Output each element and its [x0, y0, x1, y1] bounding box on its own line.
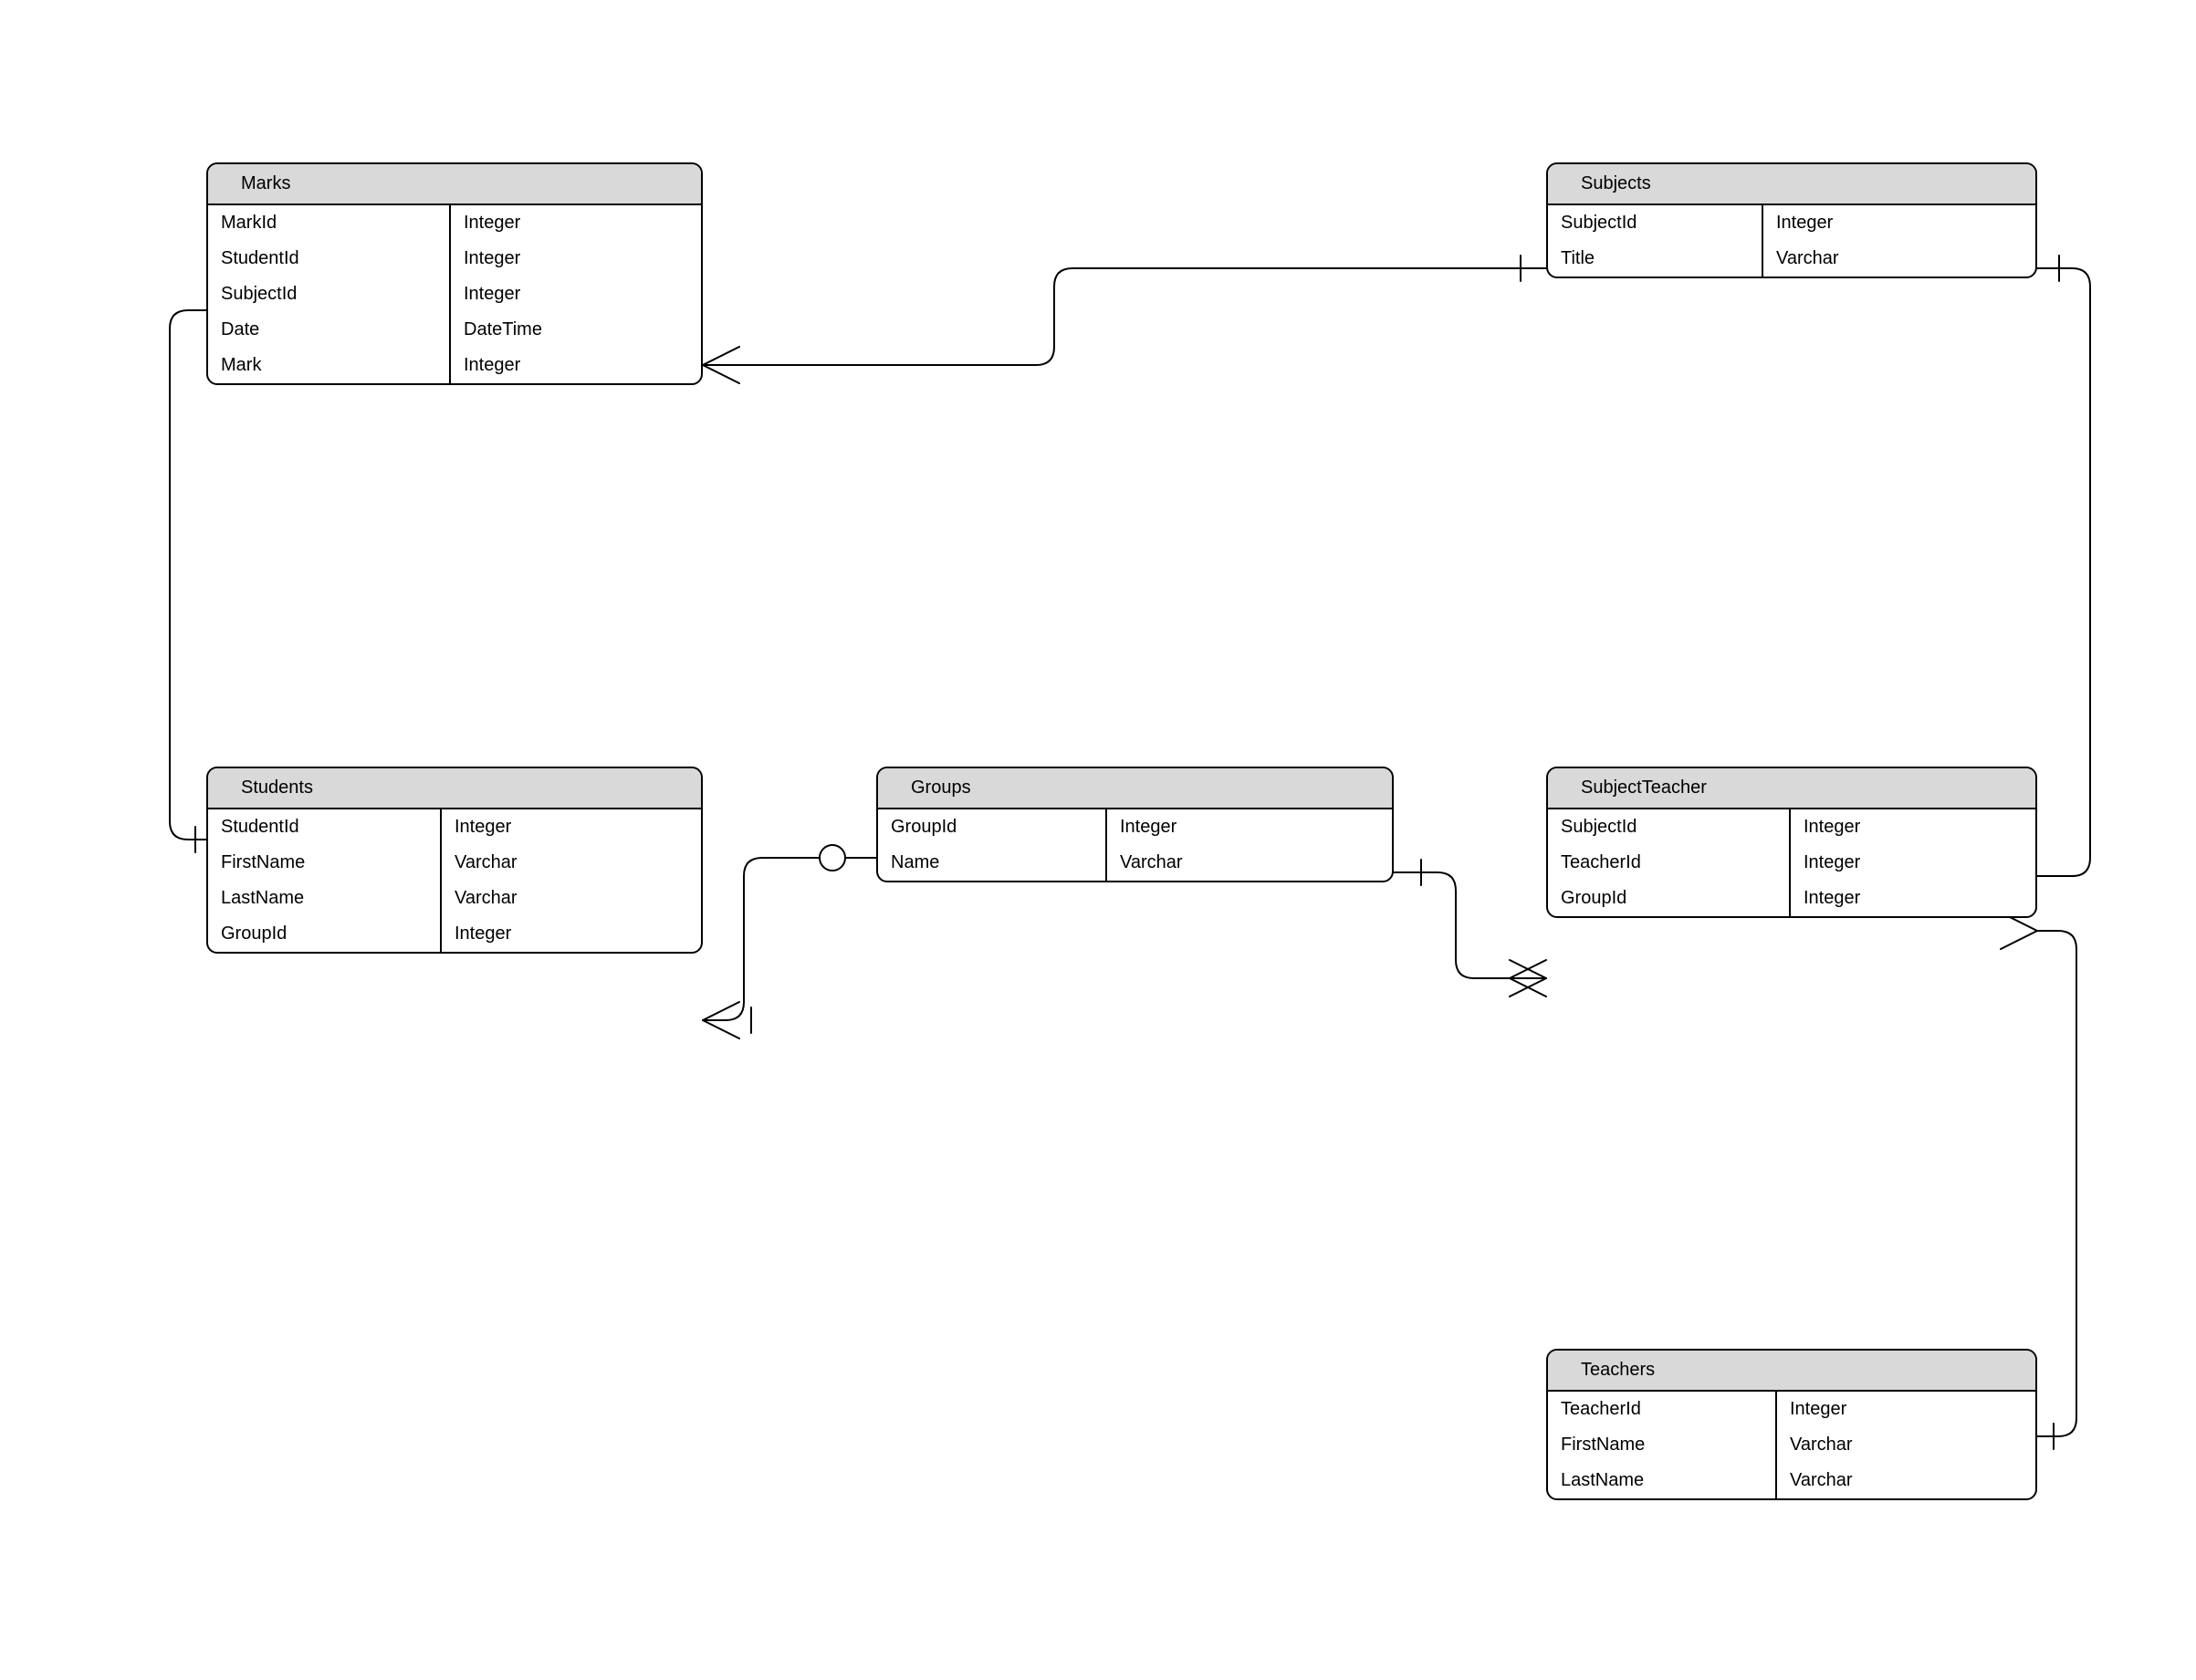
col-name: SubjectId — [208, 277, 450, 312]
col-type: Integer — [450, 241, 701, 277]
col-type: Integer — [441, 809, 701, 845]
table-row: GroupIdInteger — [208, 916, 701, 952]
columns-table: GroupIdInteger NameVarchar — [878, 809, 1392, 881]
columns-table: SubjectIdInteger TeacherIdInteger GroupI… — [1548, 809, 2035, 916]
table-row: TitleVarchar — [1548, 241, 2035, 277]
table-row: MarkIdInteger — [208, 205, 701, 241]
col-type: Integer — [1790, 809, 2035, 845]
col-type: Varchar — [1776, 1463, 2035, 1498]
col-name: FirstName — [1548, 1427, 1776, 1463]
entity-marks: Marks MarkIdInteger StudentIdInteger Sub… — [206, 162, 703, 385]
col-type: Varchar — [1776, 1427, 2035, 1463]
col-name: Name — [878, 845, 1106, 881]
columns-table: SubjectIdInteger TitleVarchar — [1548, 205, 2035, 277]
entity-title: Teachers — [1548, 1351, 2035, 1392]
col-name: StudentId — [208, 241, 450, 277]
entity-title: Subjects — [1548, 164, 2035, 205]
col-name: StudentId — [208, 809, 441, 845]
table-row: DateDateTime — [208, 312, 701, 348]
col-name: MarkId — [208, 205, 450, 241]
rel-marks-subjects — [703, 256, 1546, 383]
entity-groups: Groups GroupIdInteger NameVarchar — [876, 767, 1394, 882]
col-type: Integer — [450, 205, 701, 241]
col-name: Mark — [208, 348, 450, 383]
table-row: FirstNameVarchar — [1548, 1427, 2035, 1463]
table-row: MarkInteger — [208, 348, 701, 383]
col-type: Integer — [450, 277, 701, 312]
col-name: LastName — [208, 881, 441, 916]
col-name: Title — [1548, 241, 1762, 277]
col-name: GroupId — [878, 809, 1106, 845]
entity-title: Groups — [878, 768, 1392, 809]
columns-table: TeacherIdInteger FirstNameVarchar LastNa… — [1548, 1392, 2035, 1498]
col-type: Integer — [1790, 881, 2035, 916]
entity-subjects: Subjects SubjectIdInteger TitleVarchar — [1546, 162, 2037, 278]
col-type: Integer — [1762, 205, 2035, 241]
columns-table: StudentIdInteger FirstNameVarchar LastNa… — [208, 809, 701, 952]
col-type: Varchar — [1762, 241, 2035, 277]
table-row: TeacherIdInteger — [1548, 1392, 2035, 1427]
table-row: StudentIdInteger — [208, 241, 701, 277]
entity-teachers: Teachers TeacherIdInteger FirstNameVarch… — [1546, 1349, 2037, 1500]
er-diagram-canvas: Marks MarkIdInteger StudentIdInteger Sub… — [0, 0, 2196, 1680]
table-row: LastNameVarchar — [1548, 1463, 2035, 1498]
table-row: SubjectIdInteger — [1548, 809, 2035, 845]
col-name: SubjectId — [1548, 205, 1762, 241]
col-name: GroupId — [208, 916, 441, 952]
col-name: GroupId — [1548, 881, 1790, 916]
col-type: Varchar — [441, 881, 701, 916]
col-name: FirstName — [208, 845, 441, 881]
table-row: GroupIdInteger — [1548, 881, 2035, 916]
entity-subjectteacher: SubjectTeacher SubjectIdInteger TeacherI… — [1546, 767, 2037, 918]
col-name: TeacherId — [1548, 845, 1790, 881]
col-name: SubjectId — [1548, 809, 1790, 845]
rel-groups-subjectteacher — [1394, 860, 1546, 997]
col-type: Integer — [441, 916, 701, 952]
entity-students: Students StudentIdInteger FirstNameVarch… — [206, 767, 703, 954]
columns-table: MarkIdInteger StudentIdInteger SubjectId… — [208, 205, 701, 383]
table-row: StudentIdInteger — [208, 809, 701, 845]
table-row: LastNameVarchar — [208, 881, 701, 916]
table-row: TeacherIdInteger — [1548, 845, 2035, 881]
col-type: Varchar — [441, 845, 701, 881]
col-name: TeacherId — [1548, 1392, 1776, 1427]
table-row: GroupIdInteger — [878, 809, 1392, 845]
col-type: Integer — [450, 348, 701, 383]
entity-title: Marks — [208, 164, 701, 205]
table-row: FirstNameVarchar — [208, 845, 701, 881]
col-name: LastName — [1548, 1463, 1776, 1498]
entity-title: SubjectTeacher — [1548, 768, 2035, 809]
table-row: SubjectIdInteger — [208, 277, 701, 312]
col-type: Integer — [1790, 845, 2035, 881]
col-type: Integer — [1106, 809, 1392, 845]
col-type: Integer — [1776, 1392, 2035, 1427]
col-type: DateTime — [450, 312, 701, 348]
col-name: Date — [208, 312, 450, 348]
entity-title: Students — [208, 768, 701, 809]
table-row: NameVarchar — [878, 845, 1392, 881]
col-type: Varchar — [1106, 845, 1392, 881]
rel-students-groups — [703, 845, 876, 1038]
table-row: SubjectIdInteger — [1548, 205, 2035, 241]
